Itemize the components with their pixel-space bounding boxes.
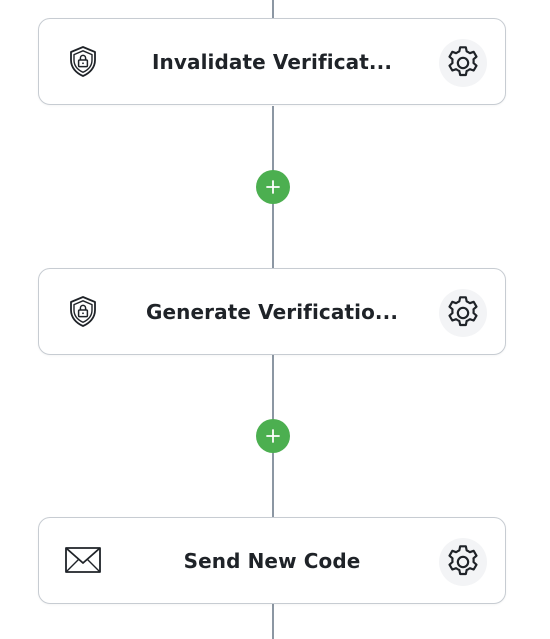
plus-icon [266, 429, 280, 443]
plus-icon [266, 180, 280, 194]
node-settings-button[interactable] [439, 289, 487, 337]
gear-icon [448, 46, 478, 77]
node-settings-button[interactable] [439, 39, 487, 87]
connector-line [272, 604, 274, 639]
workflow-node-generate-verification[interactable]: Generate Verificatio... [38, 268, 506, 355]
add-step-button[interactable] [256, 170, 290, 204]
gear-icon [448, 545, 478, 576]
add-step-button[interactable] [256, 419, 290, 453]
node-title: Generate Verificatio... [145, 299, 399, 324]
node-title: Invalidate Verificat... [151, 49, 393, 74]
workflow-canvas: Invalidate Verificat... Generate Verific… [0, 0, 550, 639]
gear-icon [448, 296, 478, 327]
node-title: Send New Code [183, 548, 361, 573]
workflow-node-send-new-code[interactable]: Send New Code [38, 517, 506, 604]
shield-lock-icon [65, 293, 101, 329]
workflow-node-invalidate-verification[interactable]: Invalidate Verificat... [38, 18, 506, 105]
node-settings-button[interactable] [439, 538, 487, 586]
connector-line [272, 0, 274, 18]
shield-lock-icon [65, 43, 101, 79]
envelope-icon [65, 542, 101, 578]
